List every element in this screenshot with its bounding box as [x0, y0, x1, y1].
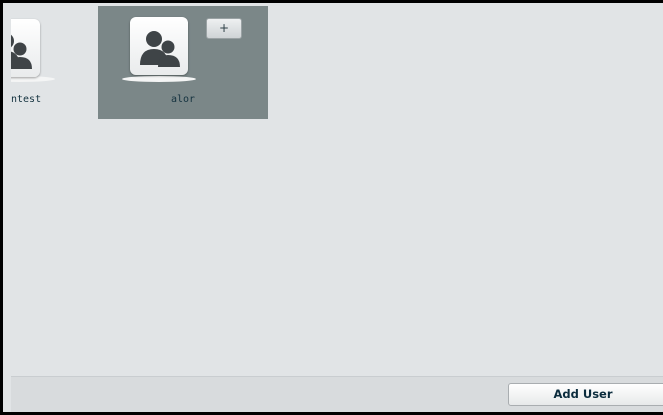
avatar-shadow [122, 76, 196, 82]
user-name: ntest [11, 94, 42, 105]
user-group-icon [130, 17, 188, 75]
user-tile-ntest[interactable]: ntest [11, 6, 99, 119]
add-to-group-button[interactable]: + [206, 18, 242, 39]
footer-bar: Add User [11, 376, 663, 412]
user-name: alor [171, 94, 196, 105]
user-tile-alor[interactable]: + alor [98, 6, 268, 119]
user-group-icon [11, 19, 40, 77]
user-manager-window: ntest + alor Add User [0, 0, 663, 415]
user-list-panel: ntest + alor [11, 6, 663, 377]
add-user-button[interactable]: Add User [508, 383, 663, 406]
